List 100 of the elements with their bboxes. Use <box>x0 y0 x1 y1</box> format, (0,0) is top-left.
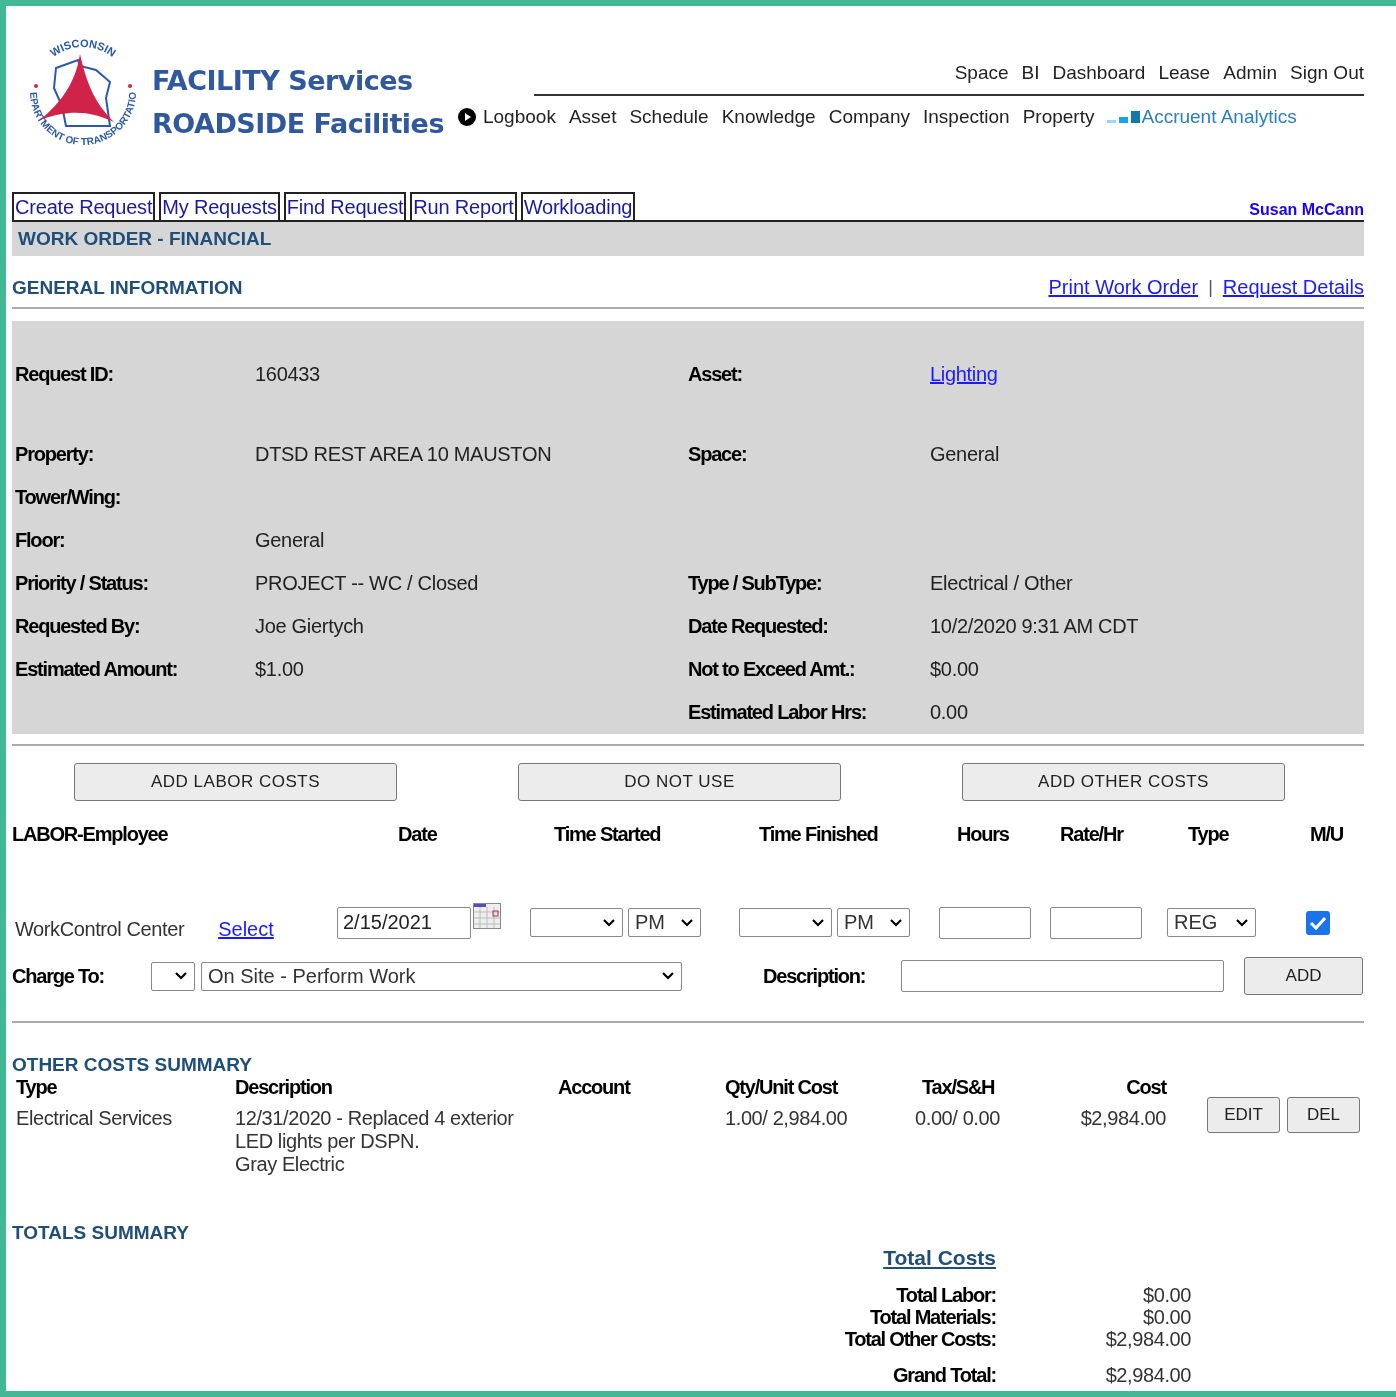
nav-link[interactable]: Property <box>1022 106 1095 128</box>
caret-icon <box>680 917 694 928</box>
column-header: Tax/S&H <box>921 1076 996 1099</box>
ampm-select[interactable]: PM <box>628 908 701 937</box>
field-label: Estimated Labor Hrs: <box>688 701 868 724</box>
nav-link[interactable]: BI <box>1021 62 1040 84</box>
tab[interactable]: My Requests <box>159 192 280 220</box>
details-link[interactable]: Request Details <box>1222 276 1364 299</box>
caret-icon <box>811 917 825 928</box>
total-label: Total Other Costs: <box>843 1328 996 1350</box>
description-field[interactable] <box>901 960 1224 992</box>
field-value: $0.00 <box>930 658 980 681</box>
calendar-icon[interactable] <box>473 902 501 929</box>
total-value: $0.00 <box>1141 1284 1191 1306</box>
caret-icon <box>889 917 903 928</box>
type-select[interactable]: REG <box>1167 908 1256 937</box>
column-header: Hours <box>956 823 1010 846</box>
nav-link[interactable]: Knowledge <box>721 106 816 128</box>
field-label: Not to Exceed Amt.: <box>688 658 856 681</box>
field-value: DTSD REST AREA 10 MAUSTON <box>255 443 553 466</box>
print-link[interactable]: Print Work Order <box>1048 276 1199 299</box>
hour-select[interactable] <box>530 908 623 937</box>
total-label: Total Materials: <box>869 1306 996 1328</box>
nav-link[interactable]: Admin <box>1223 62 1278 84</box>
date-field[interactable]: 2/15/2021 <box>337 906 471 939</box>
add-button[interactable]: ADD <box>1244 957 1363 995</box>
field-label: Property: <box>15 443 95 466</box>
nav-link[interactable]: Dashboard <box>1052 62 1146 84</box>
charge-label: Charge To: <box>12 964 106 988</box>
column-header: Time Started <box>553 823 662 846</box>
employee-name: WorkControl Center <box>15 918 185 941</box>
tab[interactable]: Workloading <box>520 192 636 220</box>
field-label: Estimated Amount: <box>15 658 179 681</box>
field-label: Type / SubType: <box>688 572 823 595</box>
action-button[interactable]: DO NOT USE <box>518 763 841 801</box>
field-link[interactable]: Lighting <box>930 363 1364 386</box>
column-header: Date <box>397 823 438 846</box>
nav-link[interactable]: Asset <box>568 106 617 128</box>
row-button[interactable]: DEL <box>1287 1097 1360 1133</box>
column-header: M/U <box>1310 823 1345 846</box>
total-costs-link[interactable]: Total Costs <box>706 1246 996 1270</box>
field-value: PROJECT -- WC / Closed <box>255 572 480 595</box>
column-header: Type <box>16 1076 58 1099</box>
charge-select[interactable]: On Site - Perform Work <box>201 961 682 991</box>
tab[interactable]: Run Report <box>410 192 517 220</box>
table-cell-text: Electrical Services <box>16 1107 173 1130</box>
user-name[interactable]: Susan McCann <box>1249 201 1364 220</box>
column-header: Account <box>558 1076 632 1099</box>
column-header: Qty/Unit Cost <box>725 1076 839 1099</box>
nav-link[interactable]: Sign Out <box>1290 62 1364 84</box>
nav-link[interactable]: Schedule <box>629 106 709 128</box>
field-label: Date Requested: <box>688 615 829 638</box>
caret-icon <box>1235 917 1249 928</box>
column-header: Cost <box>1125 1076 1166 1099</box>
field-value: $1.00 <box>255 658 305 681</box>
field-value: 160433 <box>255 363 321 386</box>
description-label: Description: <box>763 964 867 988</box>
row-button[interactable]: EDIT <box>1207 1097 1280 1133</box>
analytics-icon <box>1107 110 1142 124</box>
field-value: 10/2/2020 9:31 AM CDT <box>930 615 1140 638</box>
field-label: Requested By: <box>15 615 141 638</box>
caret-icon <box>174 971 188 981</box>
total-value: $0.00 <box>1141 1306 1191 1328</box>
field-label: Priority / Status: <box>15 572 149 595</box>
column-header: Description <box>235 1076 333 1099</box>
ampm-select[interactable]: PM <box>837 908 910 937</box>
tab[interactable]: Create Request <box>12 192 156 220</box>
nav-link[interactable]: Lease <box>1158 62 1211 84</box>
field-label: Request ID: <box>15 363 114 386</box>
link-separator: | <box>1208 277 1213 298</box>
charge-code-select[interactable] <box>151 961 195 991</box>
total-value: $2,984.00 <box>1104 1328 1191 1350</box>
tab[interactable]: Find Request <box>283 192 407 220</box>
action-button[interactable]: ADD LABOR COSTS <box>74 763 397 801</box>
field-value: 0.00 <box>930 701 969 724</box>
analytics-link[interactable]: Accruent Analytics <box>1141 106 1297 128</box>
field-label: Asset: <box>688 363 743 386</box>
table-cell-text: 12/31/2020 - Replaced 4 exterior LED lights per DSPN. Gray Electric <box>235 1107 515 1176</box>
nav-link[interactable]: Inspection <box>923 106 1010 128</box>
select-link[interactable]: Select <box>218 918 274 941</box>
hours-field[interactable] <box>939 906 1031 939</box>
caret-icon <box>602 917 616 928</box>
field-value: Joe Giertych <box>255 615 365 638</box>
column-header: Time Finished <box>758 823 879 846</box>
hour-select[interactable] <box>739 908 832 937</box>
nav-link[interactable]: Logbook <box>483 106 556 128</box>
section-title: OTHER COSTS SUMMARY <box>12 1054 253 1076</box>
total-label: Total Labor: <box>895 1284 996 1306</box>
nav-link[interactable]: Space <box>954 62 1009 84</box>
field-value: General <box>930 443 1001 466</box>
action-button[interactable]: ADD OTHER COSTS <box>962 763 1285 801</box>
table-cell-text: $2,984.00 <box>1079 1107 1166 1130</box>
nav-link[interactable]: Company <box>828 106 910 128</box>
app-title: ROADSIDE Facilities <box>152 107 444 141</box>
column-header: Type <box>1187 823 1230 846</box>
column-header: LABOR-Employee <box>12 823 169 846</box>
markup-checkbox[interactable] <box>1306 910 1330 935</box>
section-title: TOTALS SUMMARY <box>12 1222 190 1244</box>
rate-field[interactable] <box>1050 906 1142 939</box>
field-label: Space: <box>688 443 748 466</box>
